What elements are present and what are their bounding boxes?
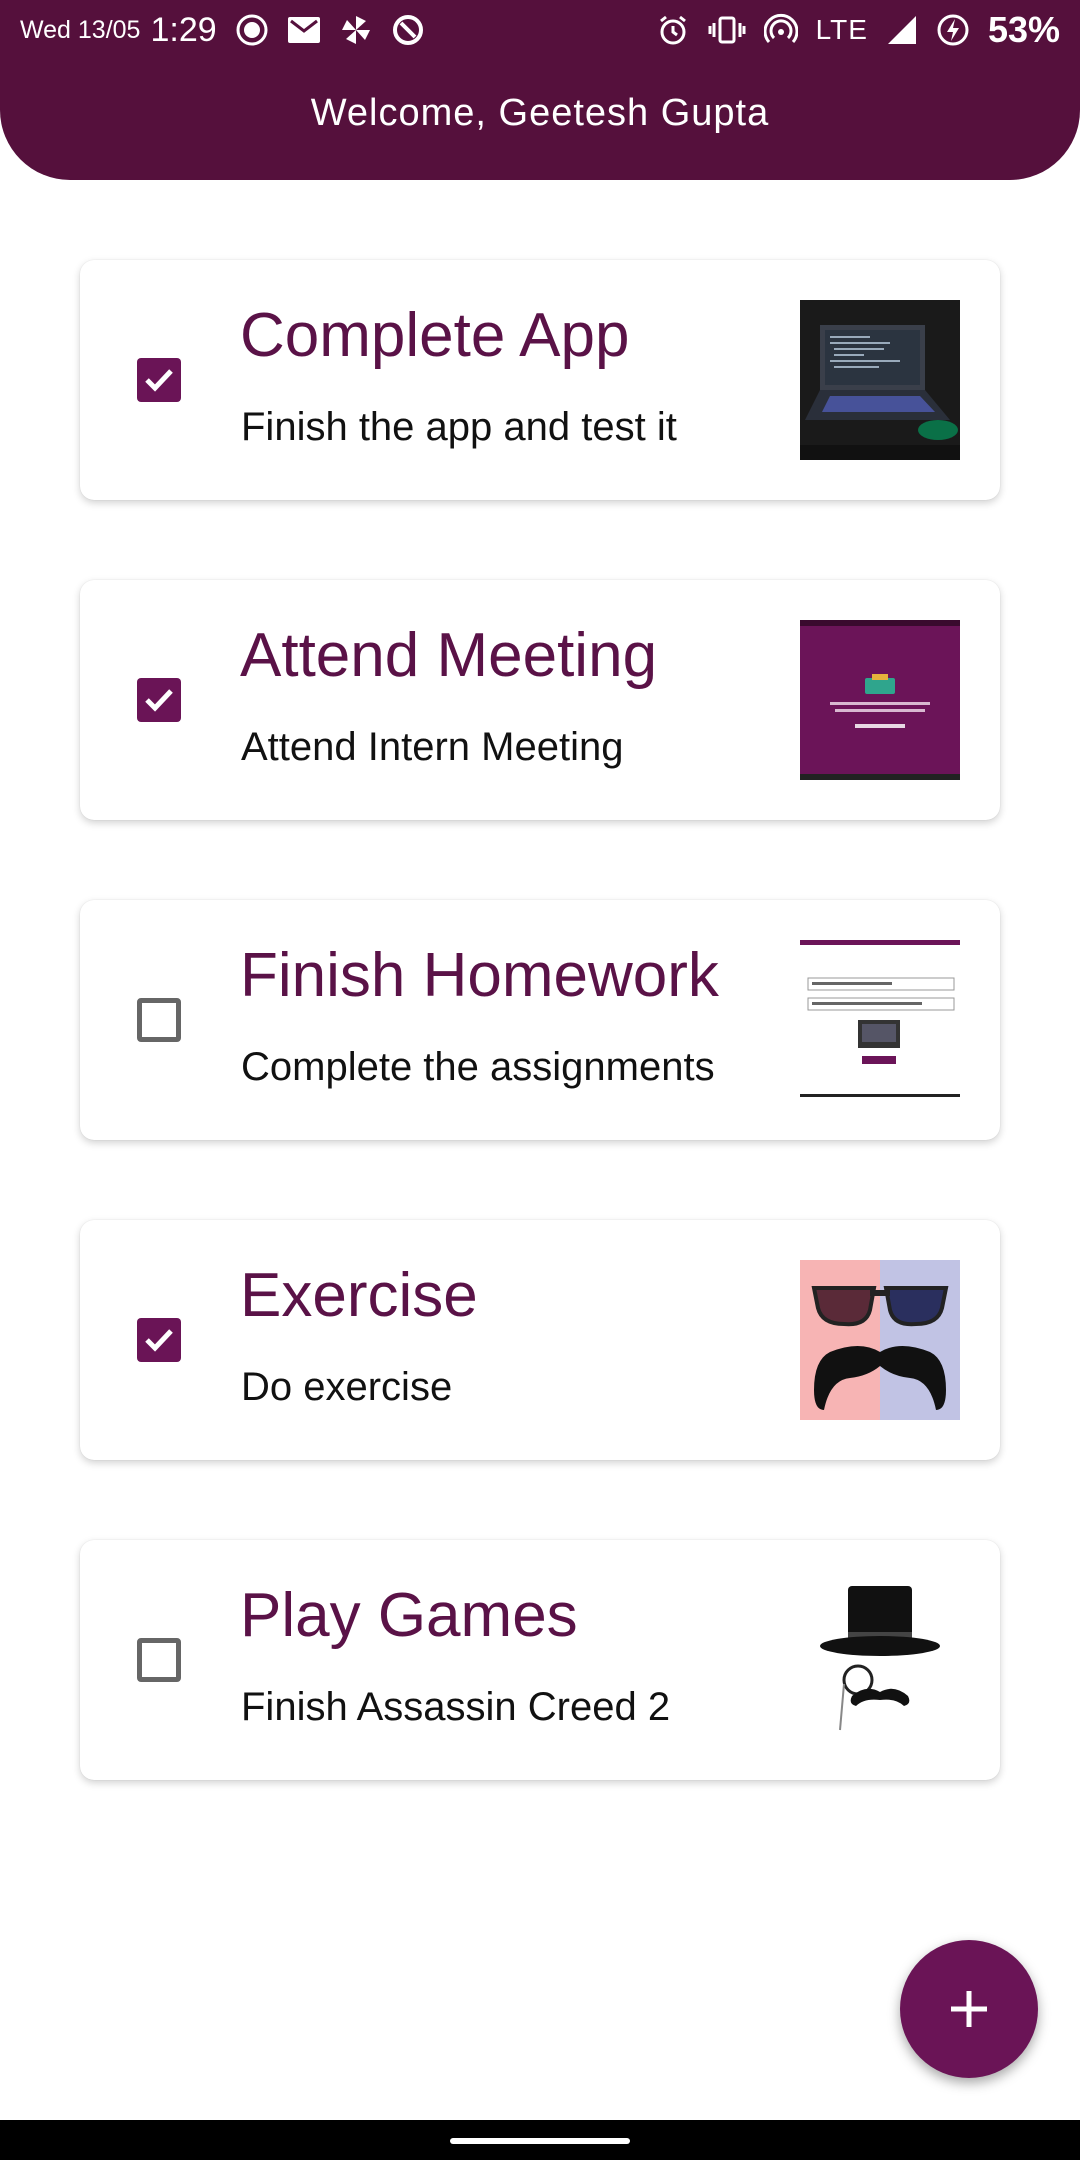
gmail-icon [287,16,321,44]
check-icon [145,689,173,712]
task-card[interactable]: Exercise Do exercise [80,1220,1000,1460]
task-title: Exercise [240,1261,478,1330]
task-card[interactable]: Complete App Finish the app and test it [80,260,1000,500]
task-checkbox[interactable] [137,358,181,402]
home-gesture-handle[interactable] [450,2138,630,2144]
network-type: LTE [815,14,868,45]
add-task-button[interactable] [900,1940,1038,2078]
status-time: 1:29 [150,10,217,49]
welcome-title: Welcome, Geetesh Gupta [310,92,770,134]
task-description: Finish Assassin Creed 2 [241,1685,671,1729]
task-description: Complete the assignments [241,1045,715,1089]
task-thumbnail-screenshot[interactable] [800,620,960,780]
task-checkbox[interactable] [137,998,181,1042]
task-checkbox[interactable] [137,1638,181,1682]
alarm-icon [656,13,690,47]
app-icon [391,13,425,47]
task-thumbnail-sunglasses-mustache[interactable] [800,1260,960,1420]
system-nav-bar [0,2120,1080,2160]
task-thumbnail-laptop[interactable] [800,300,960,460]
check-icon [145,1329,173,1352]
vibrate-icon [708,15,746,45]
task-description: Finish the app and test it [241,405,677,449]
signal-icon [886,14,918,46]
task-thumbnail-top-hat[interactable] [800,1580,960,1740]
task-description: Attend Intern Meeting [241,725,624,769]
task-card[interactable]: Finish Homework Complete the assignments [80,900,1000,1140]
hotspot-icon [763,13,798,47]
pinwheel-icon [339,13,373,47]
task-checkbox[interactable] [137,1318,181,1362]
task-title: Finish Homework [240,941,719,1010]
task-title: Complete App [240,301,630,370]
task-title: Attend Meeting [240,621,658,690]
task-card[interactable]: Play Games Finish Assassin Creed 2 [80,1540,1000,1780]
battery-saver-icon [936,13,970,47]
status-bar: Wed 13/05 1:29 LTE 53% [0,0,1080,60]
task-checkbox[interactable] [137,678,181,722]
task-card[interactable]: Attend Meeting Attend Intern Meeting [80,580,1000,820]
battery-percent: 53% [987,9,1060,50]
task-description: Do exercise [241,1365,453,1409]
record-icon [235,13,269,47]
app-header: Wed 13/05 1:29 LTE 53% Welcome, Geetesh … [0,0,1080,180]
task-title: Play Games [240,1581,578,1650]
status-date: Wed 13/05 [20,15,141,44]
check-icon [145,369,173,392]
plus-icon [951,1991,987,2027]
task-thumbnail-form[interactable] [800,940,960,1100]
